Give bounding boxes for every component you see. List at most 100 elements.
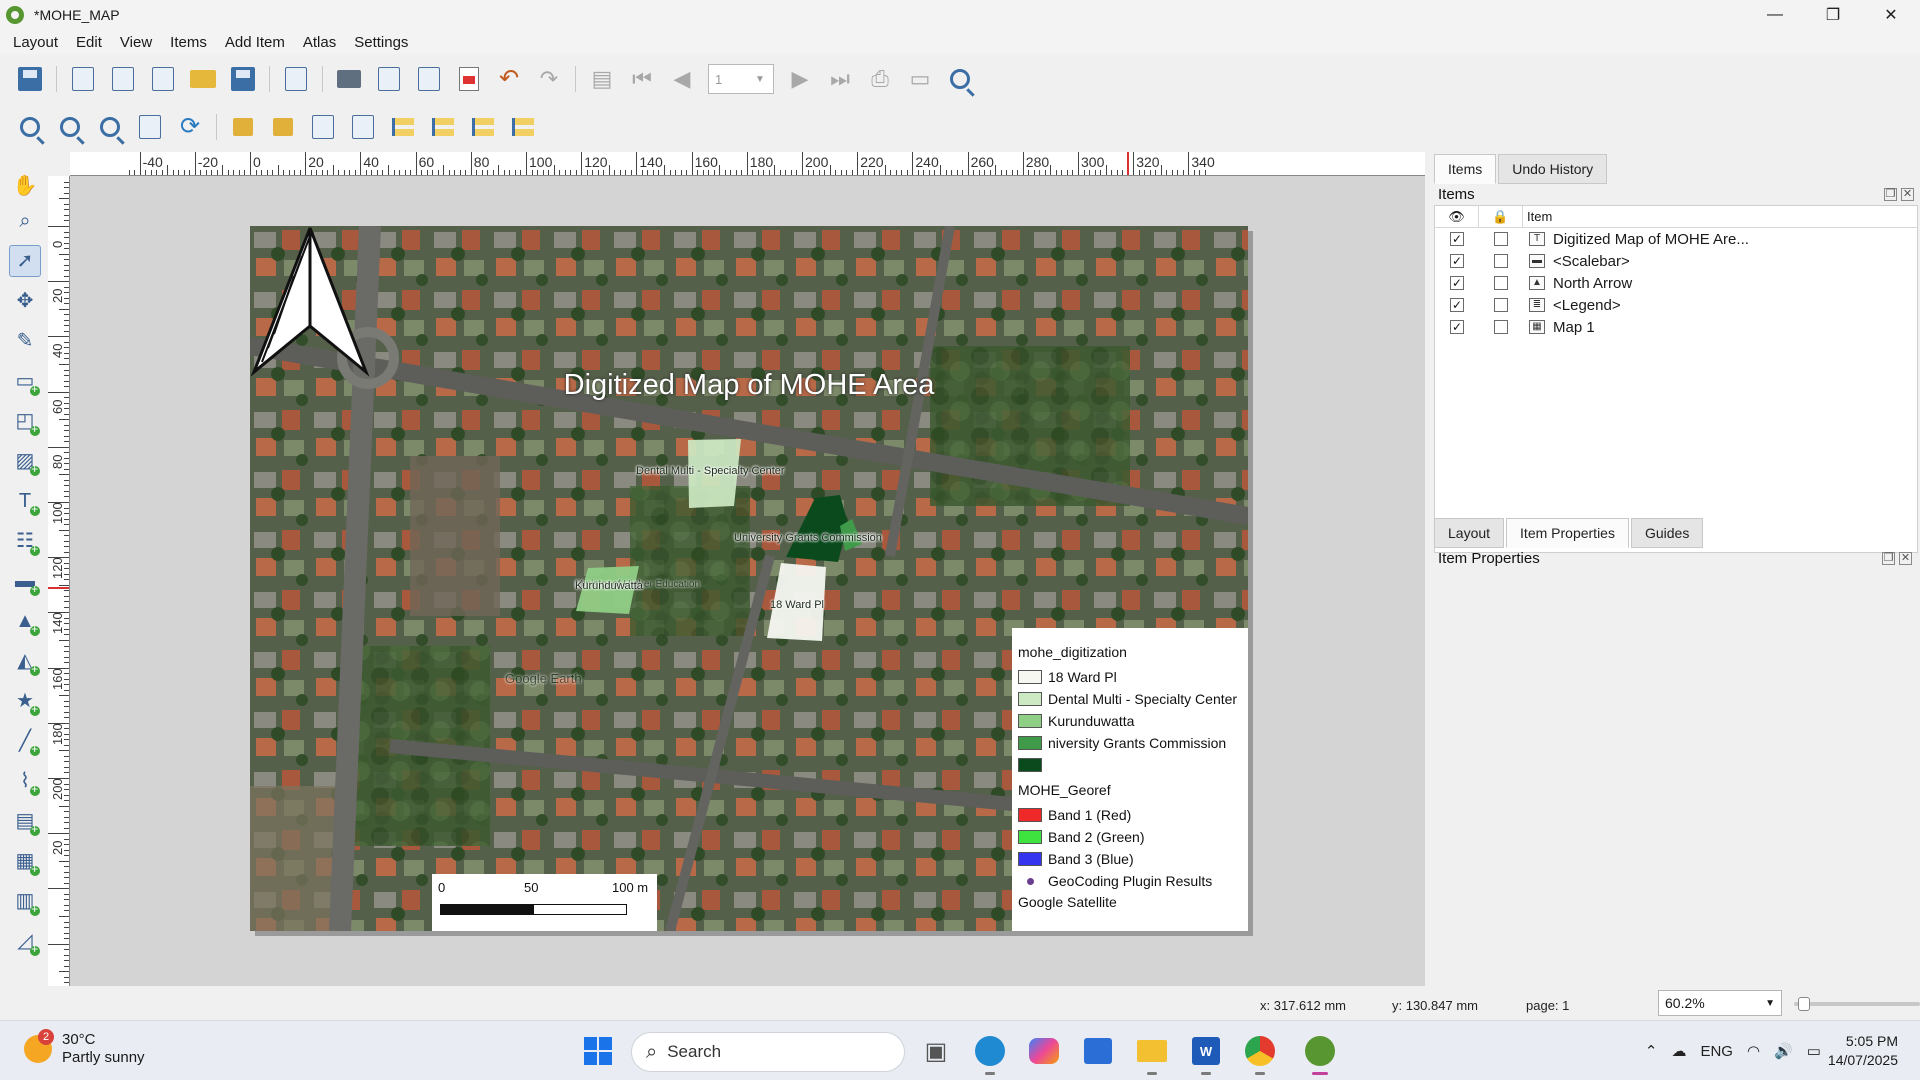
atlas-first-button[interactable]: ⏮ [627, 64, 657, 94]
zoom-in-button[interactable] [15, 112, 45, 142]
group-items-button[interactable] [308, 112, 338, 142]
lock-checkbox[interactable] [1494, 320, 1508, 334]
horizontal-ruler[interactable]: -40 -20 0 20 40 60 80 100 120 140 160 180 200 220 240 2… [70, 152, 1425, 176]
close-panel-icon[interactable]: ✕ [1901, 188, 1914, 201]
qgis-app[interactable] [1300, 1031, 1340, 1075]
add-picture-tool[interactable]: ▨ [9, 445, 41, 477]
battery-icon[interactable]: ▭ [1807, 1042, 1821, 1060]
atlas-print-button[interactable]: ⎙ [865, 64, 895, 94]
resize-button[interactable] [508, 112, 538, 142]
menu-atlas[interactable]: Atlas [294, 34, 345, 51]
zoom-slider[interactable] [1794, 997, 1920, 1011]
edit-nodes-tool[interactable]: ✎ [9, 325, 41, 357]
layout-page[interactable]: Dental Multi - Specialty Center Universi… [250, 226, 1248, 931]
atlas-last-button[interactable]: ⏭ [825, 64, 855, 94]
volume-icon[interactable]: 🔊 [1774, 1042, 1793, 1060]
save-template-button[interactable] [228, 64, 258, 94]
add-3d-map-tool[interactable]: ◰ [9, 405, 41, 437]
task-view-button[interactable]: ▣ [916, 1031, 956, 1071]
export-svg-button[interactable] [414, 64, 444, 94]
add-legend-tool[interactable]: ☷ [9, 525, 41, 557]
unlock-items-button[interactable] [268, 112, 298, 142]
tab-guides[interactable]: Guides [1630, 518, 1704, 548]
chrome-app[interactable] [1240, 1031, 1280, 1075]
float-panel-icon[interactable]: ❐ [1884, 188, 1897, 201]
lock-column-header[interactable]: 🔒 [1479, 205, 1523, 228]
menu-settings[interactable]: Settings [345, 34, 417, 51]
visibility-checkbox[interactable]: ✓ [1450, 232, 1464, 246]
redo-button[interactable]: ↷ [534, 64, 564, 94]
visibility-checkbox[interactable]: ✓ [1450, 298, 1464, 312]
menu-items[interactable]: Items [161, 34, 216, 51]
edge-app[interactable] [970, 1031, 1010, 1075]
items-table-row[interactable]: ✓ T Digitized Map of MOHE Are... [1435, 228, 1917, 250]
menu-add-item[interactable]: Add Item [216, 34, 294, 51]
add-marker-tool[interactable]: ★ [9, 685, 41, 717]
atlas-page-combo[interactable]: 1 ▼ [708, 64, 774, 94]
map-title[interactable]: Digitized Map of MOHE Area [250, 369, 1248, 402]
map-item[interactable]: Dental Multi - Specialty Center Universi… [250, 226, 1248, 931]
add-label-tool[interactable]: T [9, 485, 41, 517]
close-panel-icon[interactable]: ✕ [1899, 552, 1912, 565]
open-template-button[interactable] [188, 64, 218, 94]
export-image-button[interactable] [374, 64, 404, 94]
atlas-next-button[interactable]: ▶ [785, 64, 815, 94]
atlas-previous-button[interactable]: ◀ [667, 64, 697, 94]
store-app[interactable] [1078, 1031, 1118, 1071]
lock-items-button[interactable] [228, 112, 258, 142]
zoom-out-button[interactable] [55, 112, 85, 142]
word-app[interactable]: W [1186, 1031, 1226, 1075]
weather-widget[interactable]: 2 30°C Partly sunny [24, 1029, 145, 1067]
add-fixed-table-tool[interactable]: ▥ [9, 885, 41, 917]
clock[interactable]: 5:05 PM 14/07/2025 [1828, 1032, 1898, 1070]
zoom-actual-button[interactable] [95, 112, 125, 142]
wifi-icon[interactable]: ◠ [1747, 1042, 1760, 1060]
tab-items[interactable]: Items [1434, 154, 1497, 184]
atlas-settings-button[interactable] [945, 64, 975, 94]
close-button[interactable]: ✕ [1862, 0, 1920, 30]
file-explorer-app[interactable] [1132, 1031, 1172, 1075]
scalebar[interactable]: 0 50 100 m [432, 874, 657, 931]
atlas-export-button[interactable]: ▭ [905, 64, 935, 94]
add-attribute-table-tool[interactable]: ▦ [9, 845, 41, 877]
atlas-preview-button[interactable]: ▤ [587, 64, 617, 94]
tab-undo-history[interactable]: Undo History [1498, 154, 1608, 184]
add-map-tool[interactable]: ▭ [9, 365, 41, 397]
lock-checkbox[interactable] [1494, 254, 1508, 268]
zoom-tool[interactable]: ⌕ [9, 205, 41, 237]
float-panel-icon[interactable]: ❐ [1882, 552, 1895, 565]
save-layout-button[interactable] [15, 64, 45, 94]
add-arrow-tool[interactable]: ╱ [9, 725, 41, 757]
zoom-slider-handle[interactable] [1798, 997, 1810, 1011]
add-pages-button[interactable] [281, 64, 311, 94]
add-polyline-tool[interactable]: ⌇ [9, 765, 41, 797]
distribute-button[interactable] [468, 112, 498, 142]
tab-item-properties[interactable]: Item Properties [1506, 518, 1629, 548]
visibility-checkbox[interactable]: ✓ [1450, 276, 1464, 290]
visibility-checkbox[interactable]: ✓ [1450, 320, 1464, 334]
pan-tool[interactable]: ✋ [9, 170, 41, 202]
raise-items-button[interactable] [388, 112, 418, 142]
visibility-column-header[interactable]: 👁 [1435, 205, 1479, 228]
start-button[interactable] [578, 1031, 618, 1071]
visibility-checkbox[interactable]: ✓ [1450, 254, 1464, 268]
refresh-button[interactable]: ⟳ [175, 112, 205, 142]
menu-layout[interactable]: Layout [4, 34, 67, 51]
copilot-app[interactable] [1024, 1031, 1064, 1071]
legend[interactable]: mohe_digitization 18 Ward Pl Dental Mult… [1012, 628, 1248, 931]
move-content-tool[interactable]: ✥ [9, 285, 41, 317]
ungroup-items-button[interactable] [348, 112, 378, 142]
add-elevation-profile-tool[interactable]: ◿ [9, 925, 41, 957]
vertical-ruler[interactable]: 0 20 40 60 80 100 120 140 160 180 200 20 [48, 176, 70, 986]
undo-button[interactable]: ↶ [494, 64, 524, 94]
add-shape-tool[interactable]: ◭ [9, 645, 41, 677]
item-column-header[interactable]: Item [1523, 206, 1552, 228]
menu-view[interactable]: View [111, 34, 161, 51]
taskbar-search[interactable]: ⌕ Search [631, 1032, 905, 1072]
add-scalebar-tool[interactable]: ▬ [9, 565, 41, 597]
add-north-arrow-tool[interactable]: ▲ [9, 605, 41, 637]
duplicate-layout-button[interactable] [108, 64, 138, 94]
print-button[interactable] [334, 64, 364, 94]
zoom-combo[interactable]: 60.2% ▼ [1658, 990, 1782, 1016]
items-table-row[interactable]: ✓ ▲ North Arrow [1435, 272, 1917, 294]
